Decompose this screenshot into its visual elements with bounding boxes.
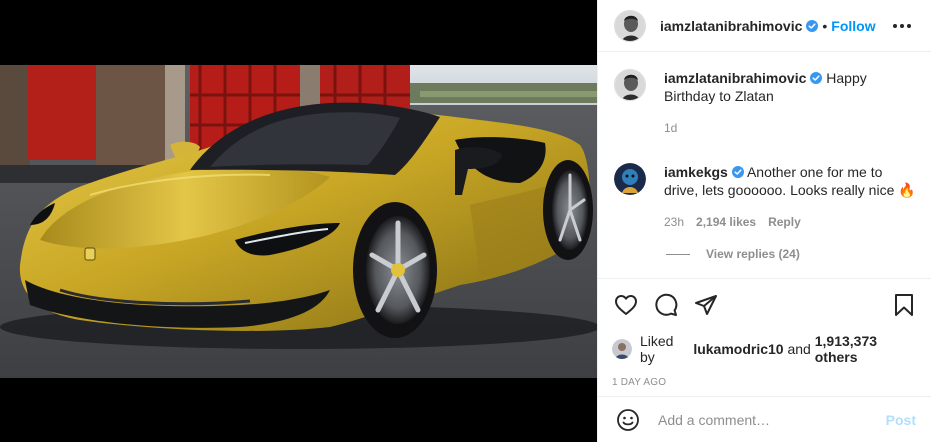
more-options-icon[interactable] [889,20,915,32]
header-username[interactable]: iamzlatanibrahimovic [660,18,802,34]
comment-meta: 23h 2,194 likes Reply [664,213,916,231]
comment-body: iamkekgs Another one for me to drive, le… [664,163,916,231]
view-replies-label: View replies (24) [706,247,800,261]
likes-others[interactable]: 1,913,373 others [815,333,918,365]
post-date[interactable]: 1 DAY AGO [612,377,918,388]
profile-avatar-image [615,70,645,100]
heart-icon[interactable] [612,291,640,319]
post-media [0,0,597,442]
header-separator: • [822,17,828,34]
post-comment-button[interactable]: Post [886,412,916,428]
comment-likes[interactable]: 2,194 likes [696,213,756,231]
emoji-icon[interactable] [614,406,642,434]
verified-badge-icon [731,166,744,178]
follow-button[interactable]: Follow [831,18,875,34]
caption-username[interactable]: iamzlatanibrahimovic [664,70,806,86]
post-actions: Liked by lukamodric10 and 1,913,373 othe… [598,278,931,394]
comment-time[interactable]: 23h [664,213,684,231]
comments-section: iamzlatanibrahimovic Happy Birthday to Z… [598,53,931,278]
caption-meta: 1d [664,119,916,137]
comment: iamkekgs Another one for me to drive, le… [614,163,916,231]
profile-avatar-image [612,339,632,359]
more-dot [900,23,904,28]
more-dot [907,23,911,28]
share-icon[interactable] [692,291,720,319]
action-icons [612,291,918,319]
liker-avatar[interactable] [612,339,632,359]
caption-time[interactable]: 1d [664,119,677,137]
post-photo[interactable] [0,65,597,378]
commenter-avatar[interactable] [614,163,646,195]
add-comment-bar: Post [598,396,931,442]
likes-summary: Liked by lukamodric10 and 1,913,373 othe… [612,333,918,365]
comment-input[interactable] [658,411,886,428]
bookmark-icon[interactable] [890,291,918,319]
verified-badge-icon [806,19,819,32]
caption-avatar[interactable] [614,69,646,101]
profile-avatar-image [614,163,646,195]
verified-badge-icon [810,72,823,84]
profile-avatar-image [615,10,645,41]
reply-button[interactable]: Reply [768,213,801,231]
caption-body: iamzlatanibrahimovic Happy Birthday to Z… [664,69,916,137]
view-replies-button[interactable]: View replies (24) [666,247,916,261]
liker-username[interactable]: lukamodric10 [693,341,783,357]
caption: iamzlatanibrahimovic Happy Birthday to Z… [614,69,916,137]
likes-joiner: and [787,341,811,357]
more-dot [893,23,897,28]
author-avatar[interactable] [614,9,646,42]
likes-prefix: Liked by [640,333,674,365]
comment-username[interactable]: iamkekgs [664,164,728,180]
replies-line [666,253,690,255]
instagram-post: iamzlatanibrahimovic • Follow iamzlatani… [0,0,931,442]
comment-icon[interactable] [652,291,680,319]
post-sidebar: iamzlatanibrahimovic • Follow iamzlatani… [597,0,931,442]
post-header: iamzlatanibrahimovic • Follow [598,0,931,52]
